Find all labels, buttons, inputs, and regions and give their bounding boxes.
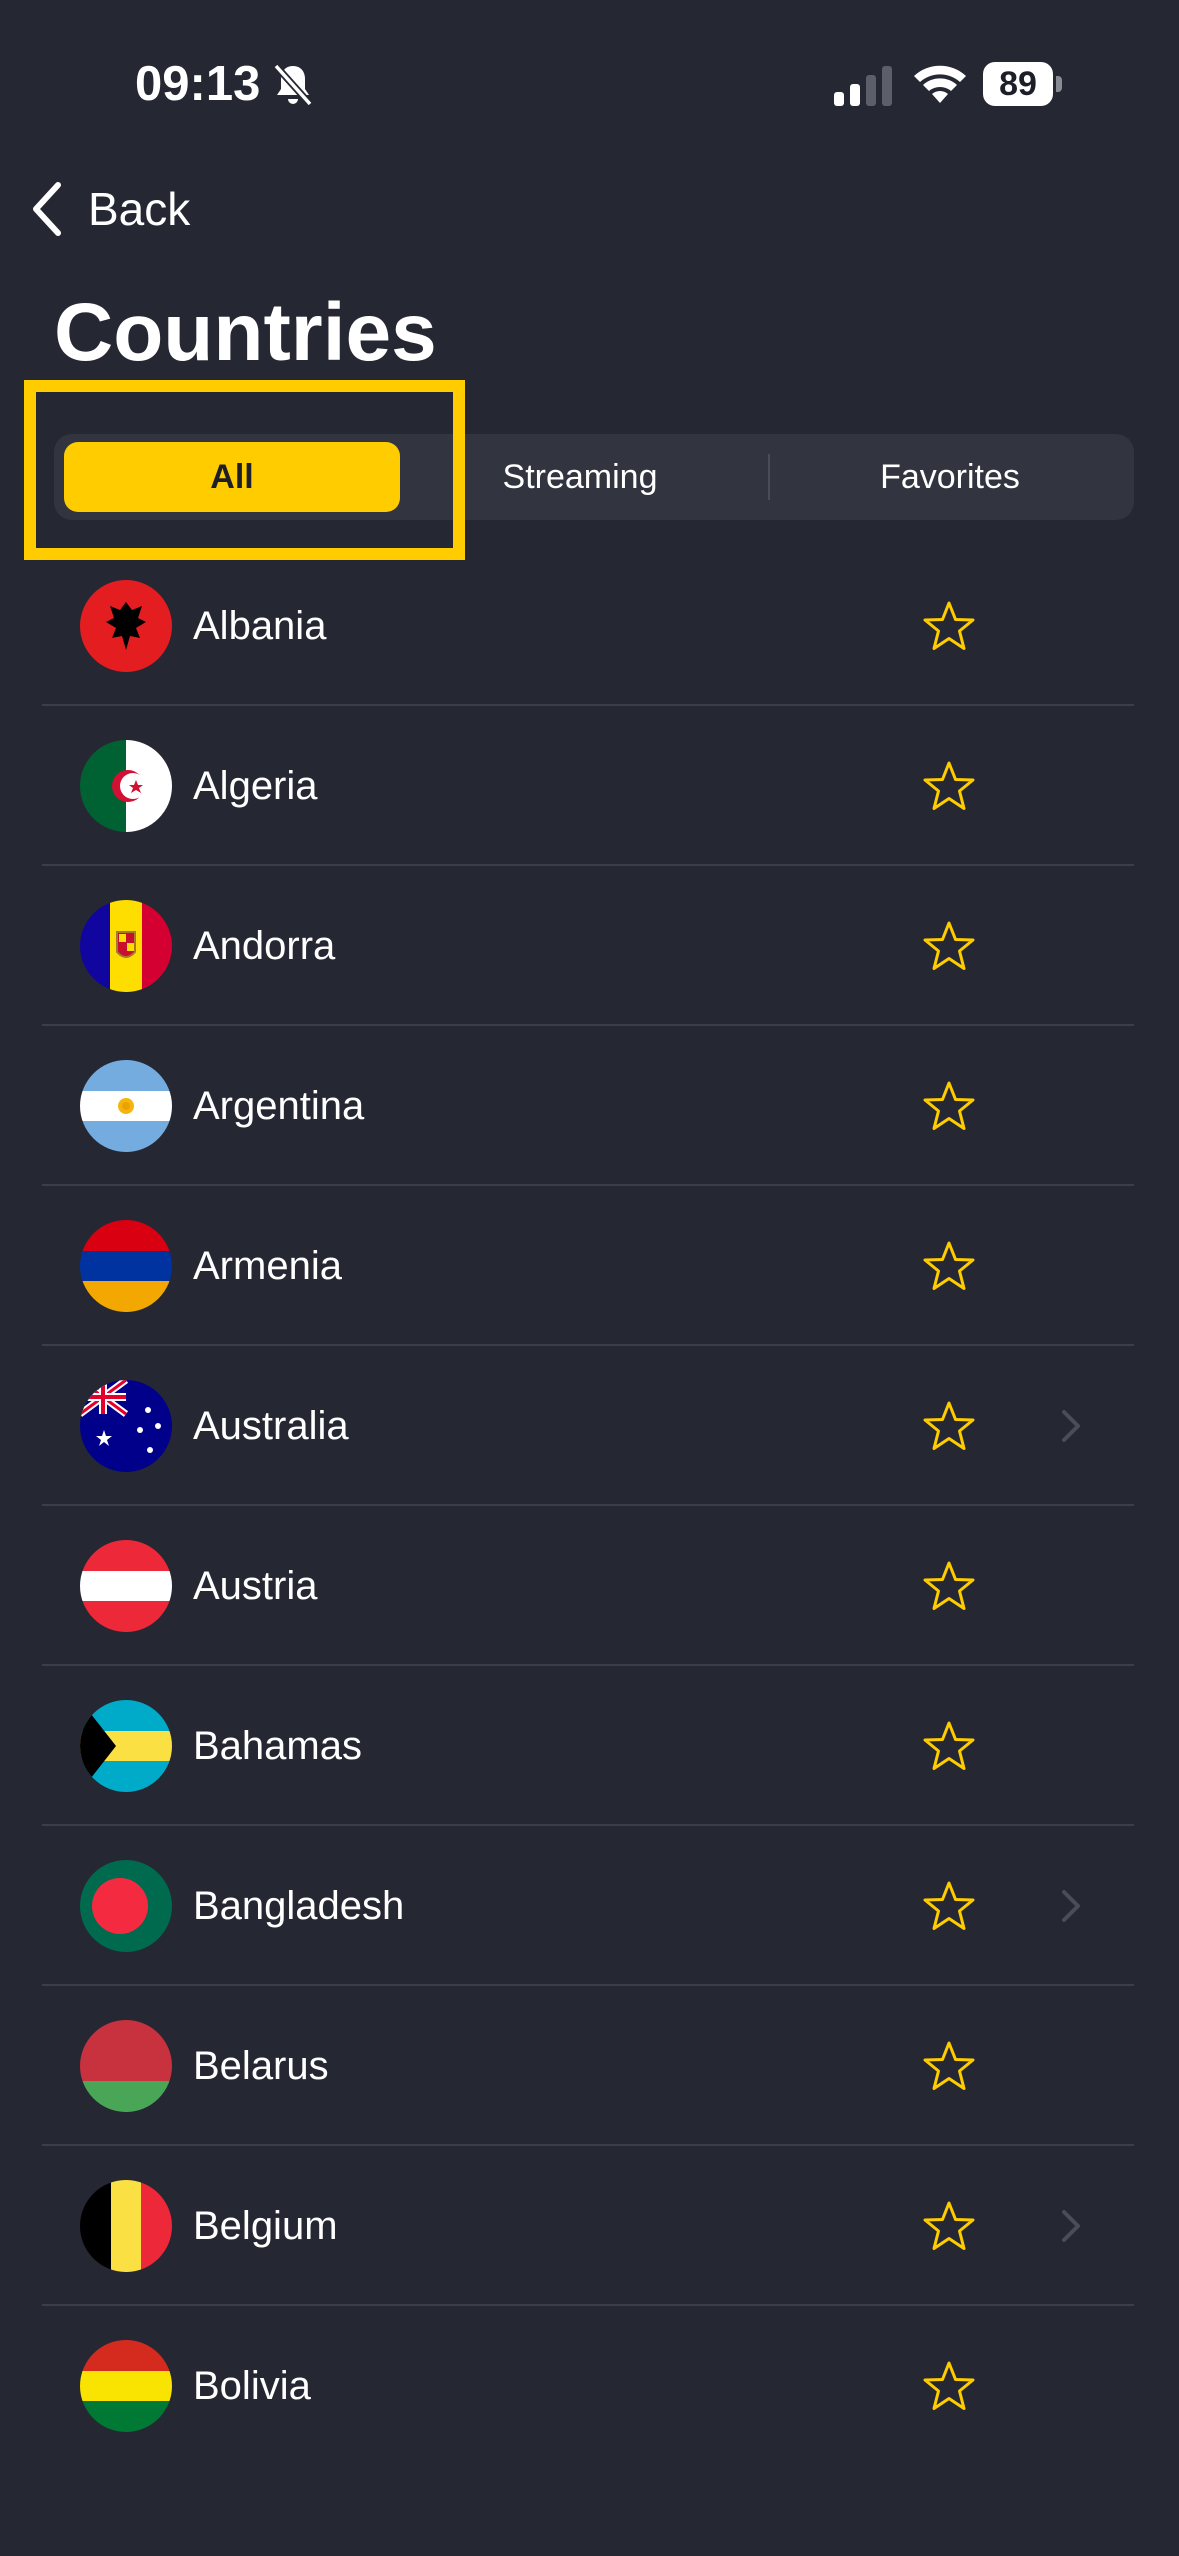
chevron-right-icon[interactable] bbox=[1060, 2208, 1082, 2244]
wifi-icon bbox=[914, 65, 966, 103]
albania-flag-icon bbox=[80, 580, 172, 672]
country-name: Belarus bbox=[193, 2044, 329, 2088]
country-row-bolivia[interactable]: Bolivia bbox=[0, 2306, 1179, 2466]
favorite-star-icon[interactable] bbox=[922, 1240, 976, 1292]
country-row-armenia[interactable]: Armenia bbox=[0, 1186, 1179, 1346]
favorite-star-icon[interactable] bbox=[922, 920, 976, 972]
favorite-star-icon[interactable] bbox=[922, 1560, 976, 1612]
country-name: Algeria bbox=[193, 764, 318, 808]
country-row-australia[interactable]: Australia bbox=[0, 1346, 1179, 1506]
favorite-star-icon[interactable] bbox=[922, 2360, 976, 2412]
country-row-argentina[interactable]: Argentina bbox=[0, 1026, 1179, 1186]
country-row-austria[interactable]: Austria bbox=[0, 1506, 1179, 1666]
chevron-left-icon bbox=[33, 182, 61, 236]
country-name: Austria bbox=[193, 1564, 318, 1608]
favorite-star-icon[interactable] bbox=[922, 2200, 976, 2252]
algeria-flag-icon bbox=[80, 740, 172, 832]
bahamas-flag-icon bbox=[80, 1700, 172, 1792]
bangladesh-flag-icon bbox=[80, 1860, 172, 1952]
country-row-andorra[interactable]: Andorra bbox=[0, 866, 1179, 1026]
battery-cap bbox=[1056, 76, 1062, 92]
country-row-belgium[interactable]: Belgium bbox=[0, 2146, 1179, 2306]
favorite-star-icon[interactable] bbox=[922, 760, 976, 812]
favorite-star-icon[interactable] bbox=[922, 2040, 976, 2092]
tab-streaming[interactable]: Streaming bbox=[400, 434, 760, 520]
country-name: Andorra bbox=[193, 924, 336, 968]
austria-flag-icon bbox=[80, 1540, 172, 1632]
battery-level: 89 bbox=[983, 62, 1053, 106]
back-button[interactable]: Back bbox=[30, 178, 190, 240]
filter-segmented-control: All Streaming Favorites bbox=[54, 434, 1134, 520]
country-row-albania[interactable]: Albania bbox=[0, 546, 1179, 706]
cellular-signal-icon bbox=[834, 66, 892, 106]
country-name: Argentina bbox=[193, 1084, 365, 1128]
tab-favorites[interactable]: Favorites bbox=[770, 434, 1130, 520]
andorra-flag-icon bbox=[80, 900, 172, 992]
country-row-belarus[interactable]: Belarus bbox=[0, 1986, 1179, 2146]
country-list: Albania Algeria Andorra Argentina Armeni… bbox=[0, 546, 1179, 2466]
country-name: Australia bbox=[193, 1404, 349, 1448]
battery-indicator: 89 bbox=[983, 62, 1063, 108]
australia-flag-icon bbox=[80, 1380, 172, 1472]
belgium-flag-icon bbox=[80, 2180, 172, 2272]
belarus-flag-icon bbox=[80, 2020, 172, 2112]
status-bar: 09:13 89 bbox=[0, 0, 1179, 170]
country-row-bahamas[interactable]: Bahamas bbox=[0, 1666, 1179, 1826]
chevron-right-icon[interactable] bbox=[1060, 1888, 1082, 1924]
bell-slash-icon bbox=[273, 63, 313, 107]
page-title: Countries bbox=[54, 287, 437, 378]
favorite-star-icon[interactable] bbox=[922, 1720, 976, 1772]
armenia-flag-icon bbox=[80, 1220, 172, 1312]
chevron-right-icon[interactable] bbox=[1060, 1408, 1082, 1444]
country-name: Albania bbox=[193, 604, 327, 648]
country-name: Armenia bbox=[193, 1244, 342, 1288]
favorite-star-icon[interactable] bbox=[922, 1400, 976, 1452]
tab-all[interactable]: All bbox=[64, 442, 400, 512]
bolivia-flag-icon bbox=[80, 2340, 172, 2432]
country-row-bangladesh[interactable]: Bangladesh bbox=[0, 1826, 1179, 1986]
status-time: 09:13 bbox=[135, 57, 261, 111]
country-name: Bangladesh bbox=[193, 1884, 405, 1928]
favorite-star-icon[interactable] bbox=[922, 1080, 976, 1132]
favorite-star-icon[interactable] bbox=[922, 600, 976, 652]
country-name: Belgium bbox=[193, 2204, 338, 2248]
favorite-star-icon[interactable] bbox=[922, 1880, 976, 1932]
country-row-algeria[interactable]: Algeria bbox=[0, 706, 1179, 866]
back-label: Back bbox=[88, 183, 191, 235]
argentina-flag-icon bbox=[80, 1060, 172, 1152]
country-name: Bahamas bbox=[193, 1724, 362, 1768]
country-name: Bolivia bbox=[193, 2364, 311, 2408]
